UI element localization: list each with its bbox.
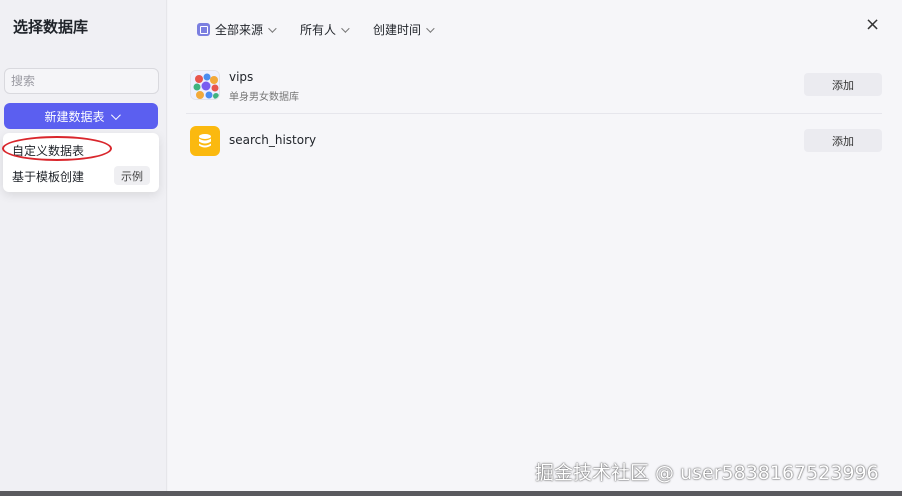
- chevron-down-icon: [426, 23, 435, 33]
- divider: [186, 113, 882, 114]
- source-icon: [197, 23, 210, 36]
- filter-created-label: 创建时间: [373, 23, 422, 37]
- chevron-down-icon: [268, 23, 277, 33]
- chevron-down-icon: [110, 109, 121, 120]
- add-button[interactable]: 添加: [804, 129, 882, 152]
- watermark: 掘金技术社区 @ user5838167523996: [535, 462, 879, 484]
- template-create-option[interactable]: 基于模板创建: [12, 168, 84, 185]
- sidebar: 选择数据库 新建数据表 自定义数据表 基于模板创建 示例: [0, 0, 167, 492]
- sidebar-title: 选择数据库: [13, 18, 89, 36]
- filter-owner[interactable]: 所有人: [300, 21, 350, 38]
- chevron-down-icon: [341, 23, 350, 33]
- filter-owner-label: 所有人: [300, 23, 337, 37]
- search-input[interactable]: [4, 68, 159, 94]
- filter-source-label: 全部来源: [215, 23, 264, 37]
- add-button[interactable]: 添加: [804, 73, 882, 96]
- database-icon: [190, 126, 220, 156]
- filter-source[interactable]: 全部来源: [197, 21, 277, 38]
- avatar-collage-icon: [190, 70, 220, 100]
- custom-table-option[interactable]: 自定义数据表: [12, 142, 84, 159]
- bottom-bar: [0, 491, 902, 496]
- database-name[interactable]: vips: [229, 70, 253, 84]
- new-table-button[interactable]: 新建数据表: [4, 103, 158, 129]
- example-tag[interactable]: 示例: [114, 166, 150, 185]
- main-panel: 全部来源 所有人 创建时间 × vips 单身男女数据库 添加 search_h…: [168, 0, 902, 492]
- close-icon[interactable]: ×: [865, 16, 880, 34]
- database-name[interactable]: search_history: [229, 133, 316, 147]
- new-table-label: 新建数据表: [44, 109, 105, 124]
- database-description: 单身男女数据库: [229, 92, 299, 103]
- filter-created[interactable]: 创建时间: [373, 21, 435, 38]
